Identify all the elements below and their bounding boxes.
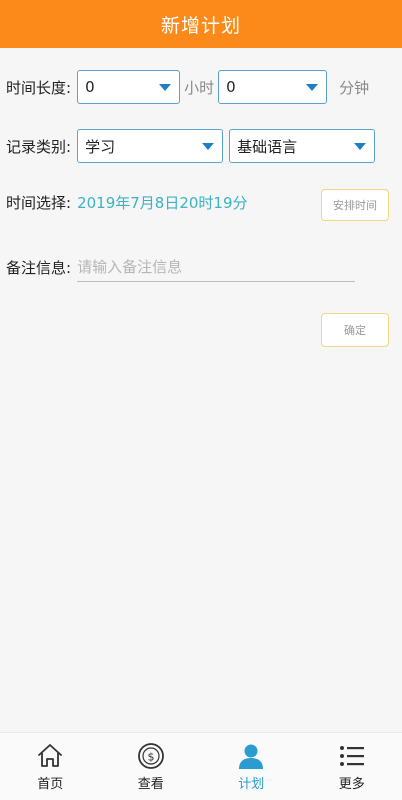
category-primary-value: 学习 — [85, 137, 116, 156]
minutes-select[interactable]: 0 — [218, 70, 328, 104]
remark-label: 备注信息: — [6, 258, 72, 277]
tab-plan-label: 计划 — [238, 777, 265, 792]
category-secondary-caret-icon — [354, 143, 367, 150]
tab-home-label: 首页 — [37, 777, 64, 792]
time-select-label: 时间选择: — [6, 194, 72, 212]
tab-plan[interactable]: 计划 — [201, 733, 302, 800]
bottom-tab-bar: 首页 $ 查看 计划 更多 — [0, 732, 402, 800]
tab-home[interactable]: 首页 — [0, 733, 101, 800]
time-select-row: 时间选择: 2019年7月8日20时19分 — [6, 192, 248, 213]
tab-more-label: 更多 — [338, 777, 365, 792]
app-header: 新增计划 — [0, 0, 402, 48]
arrange-time-button[interactable]: 安排时间 — [321, 189, 389, 221]
dollar-coin-icon: $ — [136, 741, 166, 771]
category-primary-caret-icon — [202, 143, 215, 150]
tab-view[interactable]: $ 查看 — [101, 733, 202, 800]
hours-dropdown-caret-icon — [159, 84, 172, 91]
remark-input[interactable] — [77, 252, 356, 282]
tab-view-label: 查看 — [137, 777, 164, 792]
hours-select[interactable]: 0 — [77, 70, 181, 104]
minutes-unit: 分钟 — [339, 78, 370, 97]
category-label: 记录类别: — [6, 137, 72, 156]
hours-unit: 小时 — [184, 78, 215, 97]
tab-more[interactable]: 更多 — [302, 733, 402, 800]
category-primary-select[interactable]: 学习 — [77, 129, 224, 163]
category-row: 记录类别: 学习 基础语言 — [6, 129, 376, 163]
list-icon — [337, 741, 367, 771]
home-icon — [35, 741, 65, 771]
minutes-dropdown-caret-icon — [306, 84, 319, 91]
remark-row: 备注信息: — [6, 252, 356, 282]
user-icon — [236, 741, 266, 771]
duration-label: 时间长度: — [6, 78, 72, 97]
category-secondary-select[interactable]: 基础语言 — [229, 129, 376, 163]
svg-text:$: $ — [147, 751, 154, 764]
category-secondary-value: 基础语言 — [237, 137, 298, 156]
minutes-value: 0 — [226, 78, 236, 96]
confirm-button[interactable]: 确定 — [321, 313, 389, 347]
hours-value: 0 — [85, 78, 95, 96]
page-title: 新增计划 — [160, 14, 241, 37]
selected-time-value: 2019年7月8日20时19分 — [77, 194, 248, 212]
duration-row: 时间长度: 0 小时 0 分钟 — [6, 70, 369, 104]
